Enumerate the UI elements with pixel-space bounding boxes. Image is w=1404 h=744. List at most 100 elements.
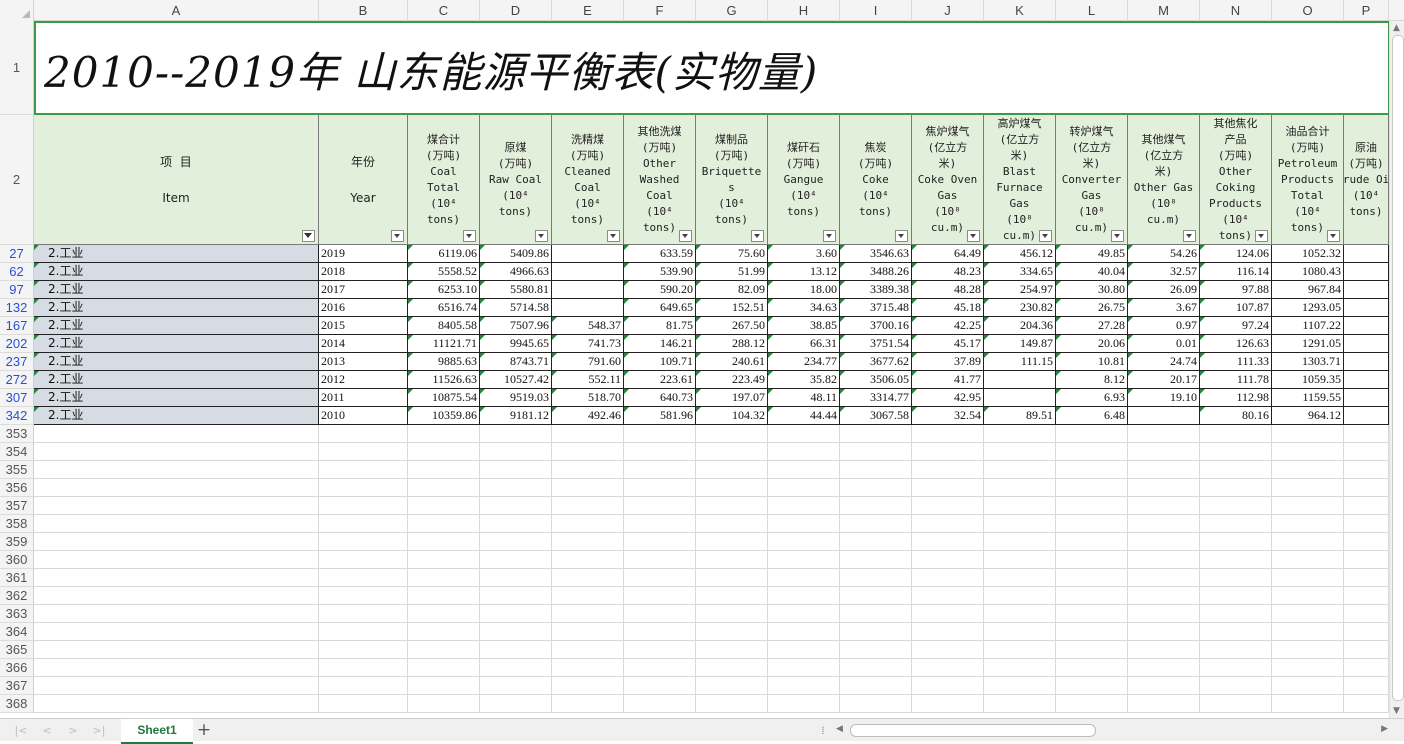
filter-dropdown-icon[interactable] — [1111, 230, 1124, 242]
empty-cell[interactable] — [1344, 641, 1389, 659]
empty-cell[interactable] — [984, 605, 1056, 623]
data-cell-o[interactable]: 1107.22 — [1272, 317, 1344, 335]
header-cell-h[interactable]: 煤矸石 (万吨) Gangue (10⁴ tons) — [768, 115, 840, 245]
data-cell-g[interactable]: 288.12 — [696, 335, 768, 353]
filter-dropdown-icon[interactable] — [823, 230, 836, 242]
empty-cell[interactable] — [1344, 461, 1389, 479]
data-cell-j[interactable]: 48.23 — [912, 263, 984, 281]
empty-cell[interactable] — [984, 551, 1056, 569]
empty-cell[interactable] — [1272, 551, 1344, 569]
empty-cell[interactable] — [1344, 443, 1389, 461]
filter-dropdown-icon[interactable] — [1039, 230, 1052, 242]
data-cell-l[interactable]: 6.93 — [1056, 389, 1128, 407]
empty-cell[interactable] — [696, 659, 768, 677]
row-header[interactable]: 132 — [0, 299, 34, 317]
data-cell-h[interactable]: 48.11 — [768, 389, 840, 407]
empty-cell[interactable] — [319, 443, 408, 461]
empty-cell[interactable] — [319, 605, 408, 623]
empty-cell[interactable] — [1200, 479, 1272, 497]
header-cell-m[interactable]: 其他煤气 (亿立方 米) Other Gas (10⁸ cu.m) — [1128, 115, 1200, 245]
header-cell-e[interactable]: 洗精煤 (万吨) Cleaned Coal (10⁴ tons) — [552, 115, 624, 245]
data-cell-l[interactable]: 20.06 — [1056, 335, 1128, 353]
empty-cell[interactable] — [624, 587, 696, 605]
data-cell-j[interactable]: 41.77 — [912, 371, 984, 389]
data-cell-e[interactable]: 492.46 — [552, 407, 624, 425]
column-header-f[interactable]: F — [624, 0, 696, 21]
data-cell-n[interactable]: 111.33 — [1200, 353, 1272, 371]
column-header-e[interactable]: E — [552, 0, 624, 21]
data-cell-p[interactable] — [1344, 389, 1389, 407]
empty-cell[interactable] — [624, 479, 696, 497]
empty-cell[interactable] — [1200, 641, 1272, 659]
data-cell-k[interactable]: 254.97 — [984, 281, 1056, 299]
empty-cell[interactable] — [768, 641, 840, 659]
data-cell-o[interactable]: 1052.32 — [1272, 245, 1344, 263]
empty-cell[interactable] — [1272, 587, 1344, 605]
empty-cell[interactable] — [912, 551, 984, 569]
row-header[interactable]: 359 — [0, 533, 34, 551]
empty-cell[interactable] — [34, 533, 319, 551]
data-cell-p[interactable] — [1344, 407, 1389, 425]
data-cell-b[interactable]: 2015 — [319, 317, 408, 335]
row-header[interactable]: 360 — [0, 551, 34, 569]
data-cell-n[interactable]: 97.24 — [1200, 317, 1272, 335]
empty-cell[interactable] — [696, 497, 768, 515]
empty-cell[interactable] — [1272, 443, 1344, 461]
empty-cell[interactable] — [480, 587, 552, 605]
data-cell-b[interactable]: 2014 — [319, 335, 408, 353]
empty-cell[interactable] — [34, 425, 319, 443]
empty-cell[interactable] — [480, 641, 552, 659]
empty-cell[interactable] — [624, 425, 696, 443]
empty-cell[interactable] — [1344, 569, 1389, 587]
next-sheet-icon[interactable]: > — [66, 719, 80, 742]
item-cell[interactable]: 2.工业 — [34, 245, 319, 263]
empty-cell[interactable] — [1056, 515, 1128, 533]
row-header[interactable]: 202 — [0, 335, 34, 353]
data-cell-c[interactable]: 10359.86 — [408, 407, 480, 425]
data-cell-n[interactable]: 111.78 — [1200, 371, 1272, 389]
empty-cell[interactable] — [696, 515, 768, 533]
data-cell-o[interactable]: 1059.35 — [1272, 371, 1344, 389]
data-cell-i[interactable]: 3715.48 — [840, 299, 912, 317]
empty-cell[interactable] — [768, 425, 840, 443]
header-cell-l[interactable]: 转炉煤气 (亿立方 米) Converter Gas (10⁸ cu.m) — [1056, 115, 1128, 245]
empty-cell[interactable] — [480, 461, 552, 479]
column-header-c[interactable]: C — [408, 0, 480, 21]
data-cell-m[interactable]: 24.74 — [1128, 353, 1200, 371]
data-cell-f[interactable]: 590.20 — [624, 281, 696, 299]
empty-cell[interactable] — [1200, 461, 1272, 479]
data-cell-e[interactable] — [552, 281, 624, 299]
empty-cell[interactable] — [319, 515, 408, 533]
empty-cell[interactable] — [1056, 443, 1128, 461]
empty-cell[interactable] — [319, 695, 408, 713]
empty-cell[interactable] — [768, 677, 840, 695]
empty-cell[interactable] — [624, 533, 696, 551]
empty-cell[interactable] — [840, 623, 912, 641]
empty-cell[interactable] — [319, 677, 408, 695]
item-cell[interactable]: 2.工业 — [34, 389, 319, 407]
empty-cell[interactable] — [984, 587, 1056, 605]
data-cell-k[interactable]: 334.65 — [984, 263, 1056, 281]
empty-cell[interactable] — [912, 533, 984, 551]
data-cell-e[interactable] — [552, 245, 624, 263]
empty-cell[interactable] — [552, 479, 624, 497]
data-cell-g[interactable]: 104.32 — [696, 407, 768, 425]
empty-cell[interactable] — [552, 641, 624, 659]
empty-cell[interactable] — [912, 461, 984, 479]
data-cell-m[interactable]: 0.01 — [1128, 335, 1200, 353]
row-header[interactable]: 167 — [0, 317, 34, 335]
empty-cell[interactable] — [319, 479, 408, 497]
data-cell-c[interactable]: 6119.06 — [408, 245, 480, 263]
data-cell-l[interactable]: 49.85 — [1056, 245, 1128, 263]
empty-cell[interactable] — [984, 677, 1056, 695]
empty-cell[interactable] — [552, 533, 624, 551]
data-cell-c[interactable]: 9885.63 — [408, 353, 480, 371]
empty-cell[interactable] — [912, 605, 984, 623]
empty-cell[interactable] — [552, 497, 624, 515]
data-cell-d[interactable]: 8743.71 — [480, 353, 552, 371]
data-cell-n[interactable]: 126.63 — [1200, 335, 1272, 353]
scroll-down-icon[interactable]: ▼ — [1393, 706, 1400, 716]
empty-cell[interactable] — [34, 695, 319, 713]
empty-cell[interactable] — [768, 479, 840, 497]
row-header[interactable]: 342 — [0, 407, 34, 425]
